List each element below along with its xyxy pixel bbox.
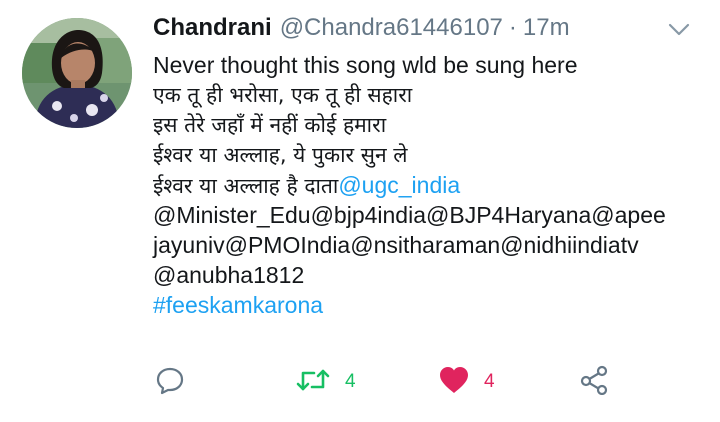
retweet-arrows-icon (295, 365, 331, 400)
tweet-text-line: ईश्वर या अल्लाह है दाता@ugc_india (153, 170, 713, 200)
tweet-text-line: ईश्वर या अल्लाह, ये पुकार सुन ले (153, 143, 408, 167)
mention-link[interactable]: @Minister_Edu (153, 202, 311, 228)
separator-dot: · (508, 14, 517, 41)
hashtag-link[interactable]: #feeskamkarona (153, 292, 323, 318)
tweet-text-line: एक तू ही भरोसा, एक तू ही सहारा (153, 83, 413, 107)
display-name[interactable]: Chandrani (153, 14, 272, 42)
mention-link[interactable]: @anubha1812 (153, 262, 304, 288)
mention-link[interactable]: @apee (591, 202, 666, 228)
mention-link[interactable]: @nidhiindiatv (500, 232, 638, 258)
share-button[interactable] (578, 360, 610, 404)
tweet-actions: 4 4 (155, 360, 675, 404)
like-button[interactable]: 4 (438, 360, 495, 404)
mention-link[interactable]: @nsitharaman (350, 232, 500, 258)
tweet-text-line: @Minister_Edu@bjp4india@BJP4Haryana@apee (153, 200, 713, 230)
mention-link[interactable]: @bjp4india (311, 202, 426, 228)
retweet-count: 4 (345, 371, 356, 392)
heart-filled-icon (438, 365, 470, 400)
tweet-text-line: Never thought this song wld be sung here (153, 52, 578, 78)
tweet-text-line: @anubha1812 (153, 260, 713, 290)
mention-link[interactable]: jayuniv (153, 232, 225, 258)
tweet-header: Chandrani @Chandra61446107 · 17m (153, 14, 673, 48)
reply-button[interactable] (155, 360, 185, 404)
user-handle[interactable]: @Chandra61446107 (280, 14, 503, 42)
comment-bubble-icon (155, 365, 185, 400)
timestamp[interactable]: 17m (523, 14, 570, 42)
avatar[interactable] (22, 18, 132, 128)
tweet-text-line: jayuniv@PMOIndia@nsitharaman@nidhiindiat… (153, 230, 713, 260)
mention-link[interactable]: @BJP4Haryana (426, 202, 591, 228)
like-count: 4 (484, 371, 495, 392)
mention-link[interactable]: @ugc_india (338, 172, 460, 198)
chevron-down-icon[interactable] (664, 16, 694, 42)
tweet-text-line: इस तेरे जहाँ में नहीं कोई हमारा (153, 113, 387, 137)
tweet-text: Never thought this song wld be sung here… (153, 50, 713, 320)
share-nodes-icon (578, 365, 610, 400)
mention-link[interactable]: @PMOIndia (225, 232, 351, 258)
tweet-text-line: #feeskamkarona (153, 290, 713, 320)
tweet-text-fragment: ईश्वर या अल्लाह है दाता (153, 174, 339, 198)
retweet-button[interactable]: 4 (295, 360, 356, 404)
